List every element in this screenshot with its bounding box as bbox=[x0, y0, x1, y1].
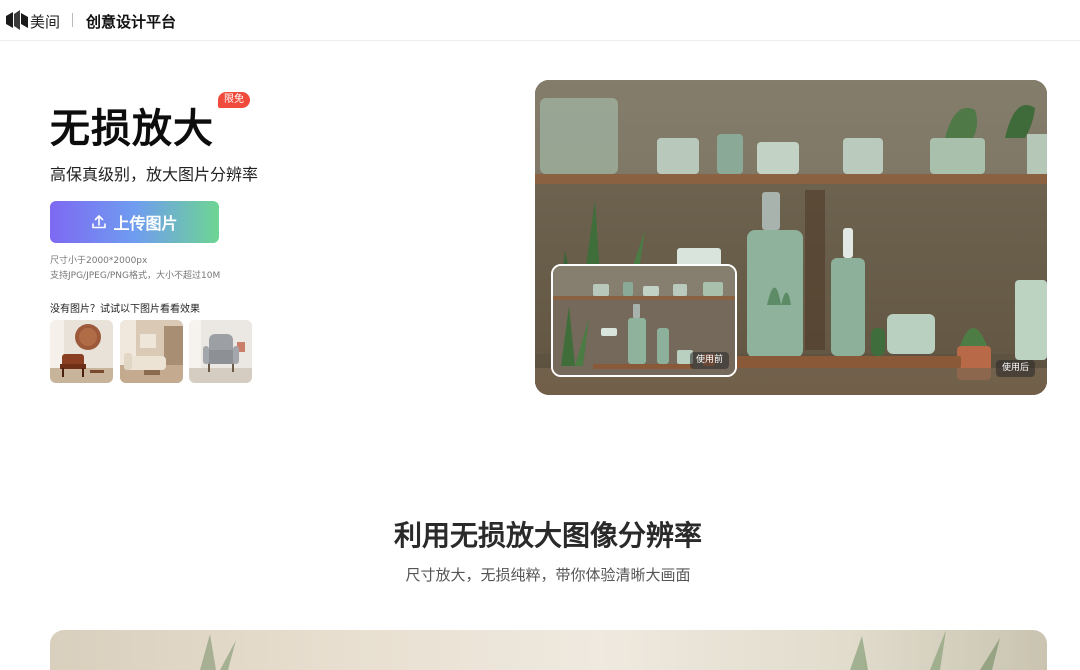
sample-image-3[interactable] bbox=[189, 320, 252, 383]
before-preview-inset: 使用前 bbox=[551, 264, 737, 377]
upload-image-button[interactable]: 上传图片 bbox=[50, 201, 219, 243]
page-subtitle: 高保真级别，放大图片分辨率 bbox=[50, 165, 259, 184]
format-hint: 支持JPG/JPEG/PNG格式，大小不超过10M bbox=[50, 271, 221, 281]
living-room-chair-sample bbox=[50, 320, 113, 383]
plant-banner-photo bbox=[200, 630, 1000, 670]
sample-image-2[interactable] bbox=[120, 320, 183, 383]
meitu-logo-icon[interactable] bbox=[6, 10, 28, 30]
section-title: 利用无损放大图像分辨率 bbox=[393, 519, 702, 552]
platform-title[interactable]: 创意设计平台 bbox=[86, 11, 176, 32]
page-title: 无损放大 bbox=[50, 106, 214, 152]
samples-label: 没有图片？试试以下图片看看效果 bbox=[50, 304, 200, 315]
living-room-sofa-sample bbox=[120, 320, 183, 383]
header-divider bbox=[72, 13, 73, 27]
upload-button-label: 上传图片 bbox=[113, 214, 178, 233]
size-hint: 尺寸小于2000*2000px bbox=[50, 256, 148, 266]
gray-armchair-sample bbox=[189, 320, 252, 383]
upload-icon bbox=[92, 215, 107, 229]
top-header: 美间 创意设计平台 bbox=[0, 0, 1080, 41]
demo-comparison-image: 使用前 使用后 bbox=[535, 80, 1047, 395]
after-label: 使用后 bbox=[995, 360, 1035, 377]
section-subtitle: 尺寸放大，无损纯粹，带你体验清晰大画面 bbox=[405, 566, 691, 584]
brand-name[interactable]: 美间 bbox=[30, 11, 60, 32]
free-badge: 限免 bbox=[218, 92, 250, 108]
sample-image-1[interactable] bbox=[50, 320, 113, 383]
showcase-banner-image bbox=[50, 630, 1047, 670]
before-label: 使用前 bbox=[689, 352, 729, 369]
